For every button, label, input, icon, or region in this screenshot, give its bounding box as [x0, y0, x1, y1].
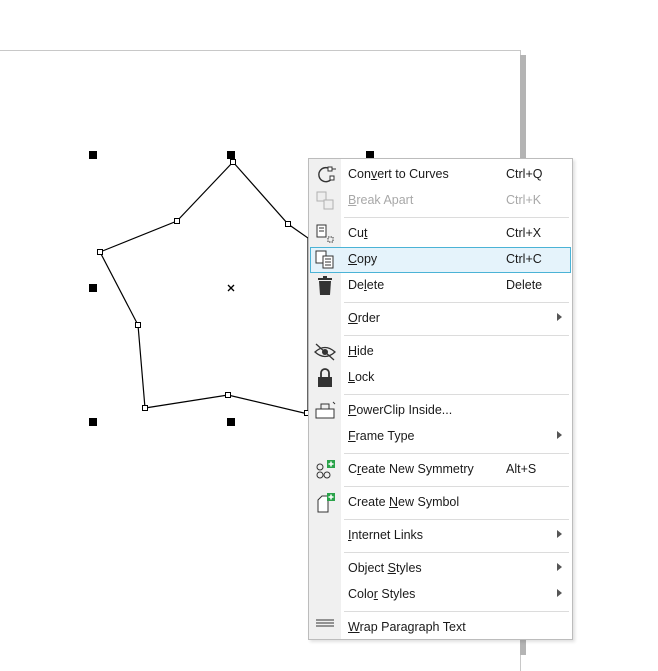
menu-item-label: Object Styles [348, 561, 422, 575]
menu-item-shortcut: Ctrl+X [506, 226, 542, 240]
menu-item-label: Break Apart [348, 193, 414, 207]
selection-handle[interactable] [89, 151, 97, 159]
powerclip-icon [313, 400, 337, 422]
node-point[interactable] [230, 159, 236, 165]
menu-separator [344, 611, 569, 612]
menu-item-break-apart: Break Apart Ctrl+K [311, 189, 570, 213]
menu-item-lock[interactable]: Lock [311, 366, 570, 390]
symmetry-icon [313, 459, 337, 481]
menu-item-label: Wrap Paragraph Text [348, 620, 466, 634]
menu-item-order[interactable]: Order [311, 307, 570, 331]
menu-separator [344, 394, 569, 395]
menu-item-label: Hide [348, 344, 374, 358]
menu-item-wrap-paragraph-text[interactable]: Wrap Paragraph Text [311, 616, 570, 640]
menu-item-powerclip-inside[interactable]: PowerClip Inside... [311, 399, 570, 423]
submenu-arrow-icon [557, 530, 562, 538]
node-point[interactable] [225, 392, 231, 398]
menu-item-shortcut: Alt+S [506, 462, 537, 476]
menu-item-convert-to-curves[interactable]: Convert to Curves Ctrl+Q [311, 163, 570, 187]
menu-separator [344, 335, 569, 336]
break-apart-icon [313, 190, 337, 212]
menu-item-label: Internet Links [348, 528, 424, 542]
submenu-arrow-icon [557, 589, 562, 597]
node-point[interactable] [142, 405, 148, 411]
selection-handle[interactable] [89, 418, 97, 426]
submenu-arrow-icon [557, 563, 562, 571]
new-symbol-icon [313, 492, 337, 514]
selection-handle[interactable] [89, 284, 97, 292]
menu-item-color-styles[interactable]: Color Styles [311, 583, 570, 607]
menu-item-label: Lock [348, 370, 375, 384]
center-marker[interactable] [227, 284, 235, 292]
menu-separator [344, 453, 569, 454]
menu-item-hide[interactable]: Hide [311, 340, 570, 364]
star-shape[interactable] [99, 161, 309, 415]
menu-item-label: Frame Type [348, 429, 415, 443]
cut-icon [313, 223, 337, 245]
menu-item-label: Convert to Curves [348, 167, 449, 181]
menu-item-create-new-symbol[interactable]: Create New Symbol [311, 491, 570, 515]
wrap-text-icon [313, 617, 337, 639]
node-point[interactable] [174, 218, 180, 224]
node-point[interactable] [285, 221, 291, 227]
menu-item-label: Copy [348, 252, 378, 266]
eye-slash-icon [313, 341, 337, 363]
context-menu: Convert to Curves Ctrl+Q Break Apart Ctr… [308, 158, 573, 640]
node-point[interactable] [135, 322, 141, 328]
trash-icon [313, 275, 337, 297]
menu-item-internet-links[interactable]: Internet Links [311, 524, 570, 548]
menu-item-label: Color Styles [348, 587, 416, 601]
menu-item-label: Delete [348, 278, 385, 292]
menu-item-frame-type[interactable]: Frame Type [311, 425, 570, 449]
menu-item-object-styles[interactable]: Object Styles [311, 557, 570, 581]
menu-item-cut[interactable]: Cut Ctrl+X [311, 222, 570, 246]
menu-item-shortcut: Ctrl+K [506, 193, 542, 207]
menu-item-copy[interactable]: Copy Ctrl+C [310, 247, 571, 273]
submenu-arrow-icon [557, 313, 562, 321]
menu-item-label: Cut [348, 226, 368, 240]
menu-separator [344, 486, 569, 487]
menu-item-shortcut: Delete [506, 278, 543, 292]
submenu-arrow-icon [557, 431, 562, 439]
menu-item-label: Create New Symbol [348, 495, 460, 509]
menu-item-create-new-symmetry[interactable]: Create New Symmetry Alt+S [311, 458, 570, 482]
convert-to-curves-icon [313, 164, 337, 186]
menu-item-shortcut: Ctrl+Q [506, 167, 543, 181]
menu-item-label: Order [348, 311, 380, 325]
node-point[interactable] [97, 249, 103, 255]
copy-icon [313, 249, 337, 271]
lock-icon [313, 367, 337, 389]
menu-item-label: Create New Symmetry [348, 462, 474, 476]
selection-handle[interactable] [227, 151, 235, 159]
menu-separator [344, 302, 569, 303]
menu-item-shortcut: Ctrl+C [506, 252, 542, 266]
menu-separator [344, 519, 569, 520]
selection-handle[interactable] [227, 418, 235, 426]
menu-item-delete[interactable]: Delete Delete [311, 274, 570, 298]
menu-item-label: PowerClip Inside... [348, 403, 453, 417]
menu-separator [344, 552, 569, 553]
menu-separator [344, 217, 569, 218]
